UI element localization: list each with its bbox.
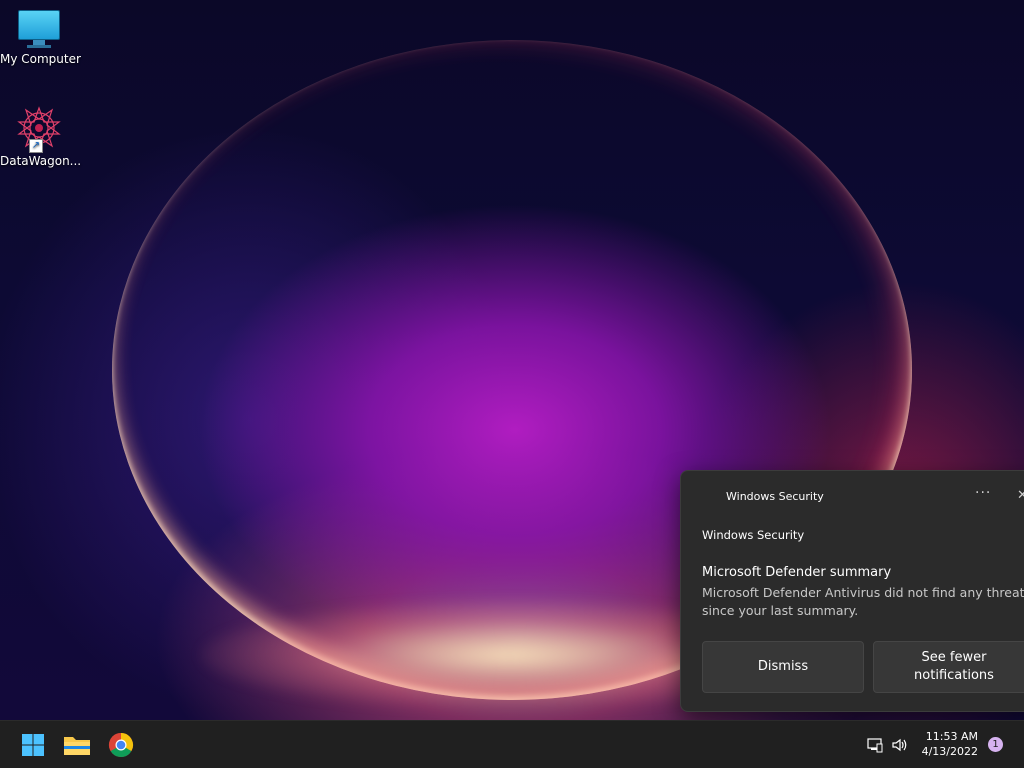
clock-date: 4/13/2022 [921, 745, 978, 758]
toast-title: Microsoft Defender summary [702, 565, 892, 580]
notification-toast[interactable]: Windows Security ··· ✕ Windows Security … [680, 470, 1024, 712]
desktop-icon-datawagon[interactable]: ↗ DataWagon... [0, 106, 82, 168]
dismiss-button-label: Dismiss [757, 659, 809, 674]
taskbar: 11:53 AM 4/13/2022 1 [0, 720, 1024, 768]
dismiss-button[interactable]: Dismiss [702, 641, 864, 693]
shortcut-arrow-icon: ↗ [29, 139, 43, 153]
volume-icon[interactable] [891, 736, 909, 754]
monitor-icon [18, 10, 60, 48]
desktop-icon-my-computer[interactable]: My Computer [0, 10, 81, 66]
clock[interactable]: 11:53 AM 4/13/2022 [918, 729, 978, 759]
chrome-icon [108, 733, 134, 758]
toast-body: Microsoft Defender Antivirus did not fin… [702, 584, 1024, 620]
more-options-icon[interactable]: ··· [975, 485, 991, 501]
toast-source: Windows Security [702, 528, 805, 542]
file-explorer-button[interactable] [61, 729, 93, 761]
folder-icon [64, 737, 90, 755]
network-icon[interactable] [866, 736, 884, 754]
close-icon[interactable]: ✕ [1017, 488, 1024, 503]
toast-body-line: since your last summary. [702, 603, 859, 618]
clock-time: 11:53 AM [925, 730, 978, 743]
star-logo-icon: ↗ [15, 106, 63, 153]
windows-start-icon [22, 734, 44, 756]
desktop-icon-label: My Computer [0, 52, 81, 66]
desktop-icon-label: DataWagon... [0, 154, 82, 168]
notification-badge[interactable]: 1 [988, 737, 1003, 752]
see-fewer-button-label: See fewer notifications [914, 650, 994, 683]
chrome-button[interactable] [105, 729, 137, 761]
see-fewer-notifications-button[interactable]: See fewer notifications [873, 641, 1024, 693]
desktop: My Computer ↗ DataWagon... Windows Secur… [0, 0, 1024, 768]
start-button[interactable] [17, 729, 49, 761]
toast-app-name: Windows Security [726, 490, 824, 503]
toast-body-line: Microsoft Defender Antivirus did not fin… [702, 585, 1024, 600]
